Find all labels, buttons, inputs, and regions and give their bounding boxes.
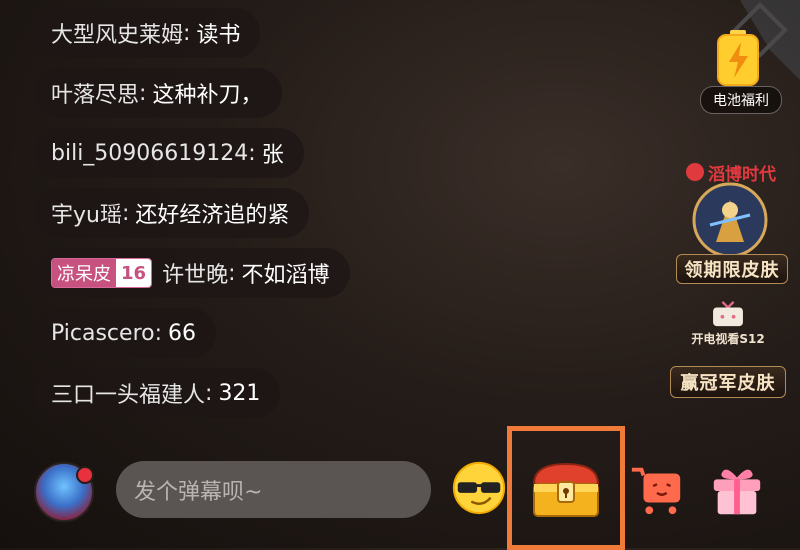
chat-message: Picascero: 66 — [34, 308, 217, 358]
chat-separator: : — [183, 20, 191, 46]
chat-username[interactable]: 叶落尽思 — [51, 77, 139, 109]
hero-skin-image — [692, 182, 768, 258]
era-skin-promo[interactable]: 滔博时代 领期限皮肤 — [672, 160, 790, 284]
chat-text: 66 — [168, 320, 197, 346]
era-logo-icon — [686, 163, 704, 181]
battery-welfare-button[interactable]: 电池福利 — [700, 86, 782, 114]
shopping-cart-icon[interactable] — [628, 460, 686, 518]
fan-medal-name: 凉呆皮 — [52, 259, 116, 287]
avatar[interactable] — [34, 462, 94, 522]
chat-message: 大型风史莱姆: 读书 — [34, 8, 261, 58]
chat-text: 321 — [218, 380, 261, 406]
chat-separator: : — [121, 200, 130, 226]
chat-message: 宇yu瑶: 还好经济追的紧 — [34, 188, 310, 238]
chat-username[interactable]: 大型风史莱姆 — [51, 17, 183, 49]
chat-message: 三口一头福建人: 321 — [34, 368, 281, 418]
tv-icon — [713, 301, 743, 327]
chat-message: bili_50906619124: 张 — [34, 128, 304, 178]
battery-icon[interactable] — [714, 30, 762, 86]
chat-username[interactable]: bili_50906619124 — [51, 141, 248, 166]
danmaku-input[interactable]: 发个弹幕呗~ — [116, 461, 431, 518]
emoji-sunglasses-icon[interactable] — [450, 459, 508, 517]
chat-separator: : — [139, 80, 147, 106]
chat-text: 不如滔博 — [241, 263, 330, 288]
limited-skin-label: 领期限皮肤 — [684, 260, 780, 281]
chat-username[interactable]: 许世晚 — [162, 257, 228, 289]
limited-skin-banner: 领期限皮肤 — [676, 254, 788, 284]
chat-message: 凉呆皮 16 许世晚: 不如滔博 — [34, 248, 350, 298]
notification-dot — [76, 466, 94, 484]
chat-separator: : — [154, 320, 163, 346]
chat-text: 读书 — [196, 23, 241, 48]
chat-text: 这种补刀， — [152, 83, 263, 108]
tv-champion-promo[interactable]: 开电视看S12 赢冠军皮肤 — [668, 300, 788, 398]
chat-separator: : — [205, 380, 213, 406]
battery-welfare-label: 电池福利 — [713, 93, 769, 109]
gift-icon[interactable] — [708, 462, 766, 520]
chat-separator: : — [228, 260, 236, 286]
fan-medal-badge[interactable]: 凉呆皮 16 — [51, 258, 153, 288]
champion-skin-banner: 赢冠军皮肤 — [670, 366, 786, 398]
chat-username[interactable]: Picascero — [51, 321, 155, 346]
chat-message: 叶落尽思: 这种补刀， — [34, 68, 283, 118]
chat-separator: : — [248, 140, 256, 166]
chat-text: 还好经济追的紧 — [135, 203, 290, 228]
chat-username[interactable]: 宇yu瑶 — [51, 197, 122, 229]
danmaku-input-placeholder: 发个弹幕呗~ — [134, 479, 263, 505]
champion-skin-label: 赢冠军皮肤 — [680, 373, 776, 394]
chat-text: 张 — [261, 143, 284, 168]
chat-username[interactable]: 三口一头福建人 — [51, 377, 205, 409]
fan-medal-level: 16 — [116, 259, 152, 287]
tv-caption: 开电视看S12 — [691, 332, 765, 346]
highlight-box — [507, 426, 625, 550]
